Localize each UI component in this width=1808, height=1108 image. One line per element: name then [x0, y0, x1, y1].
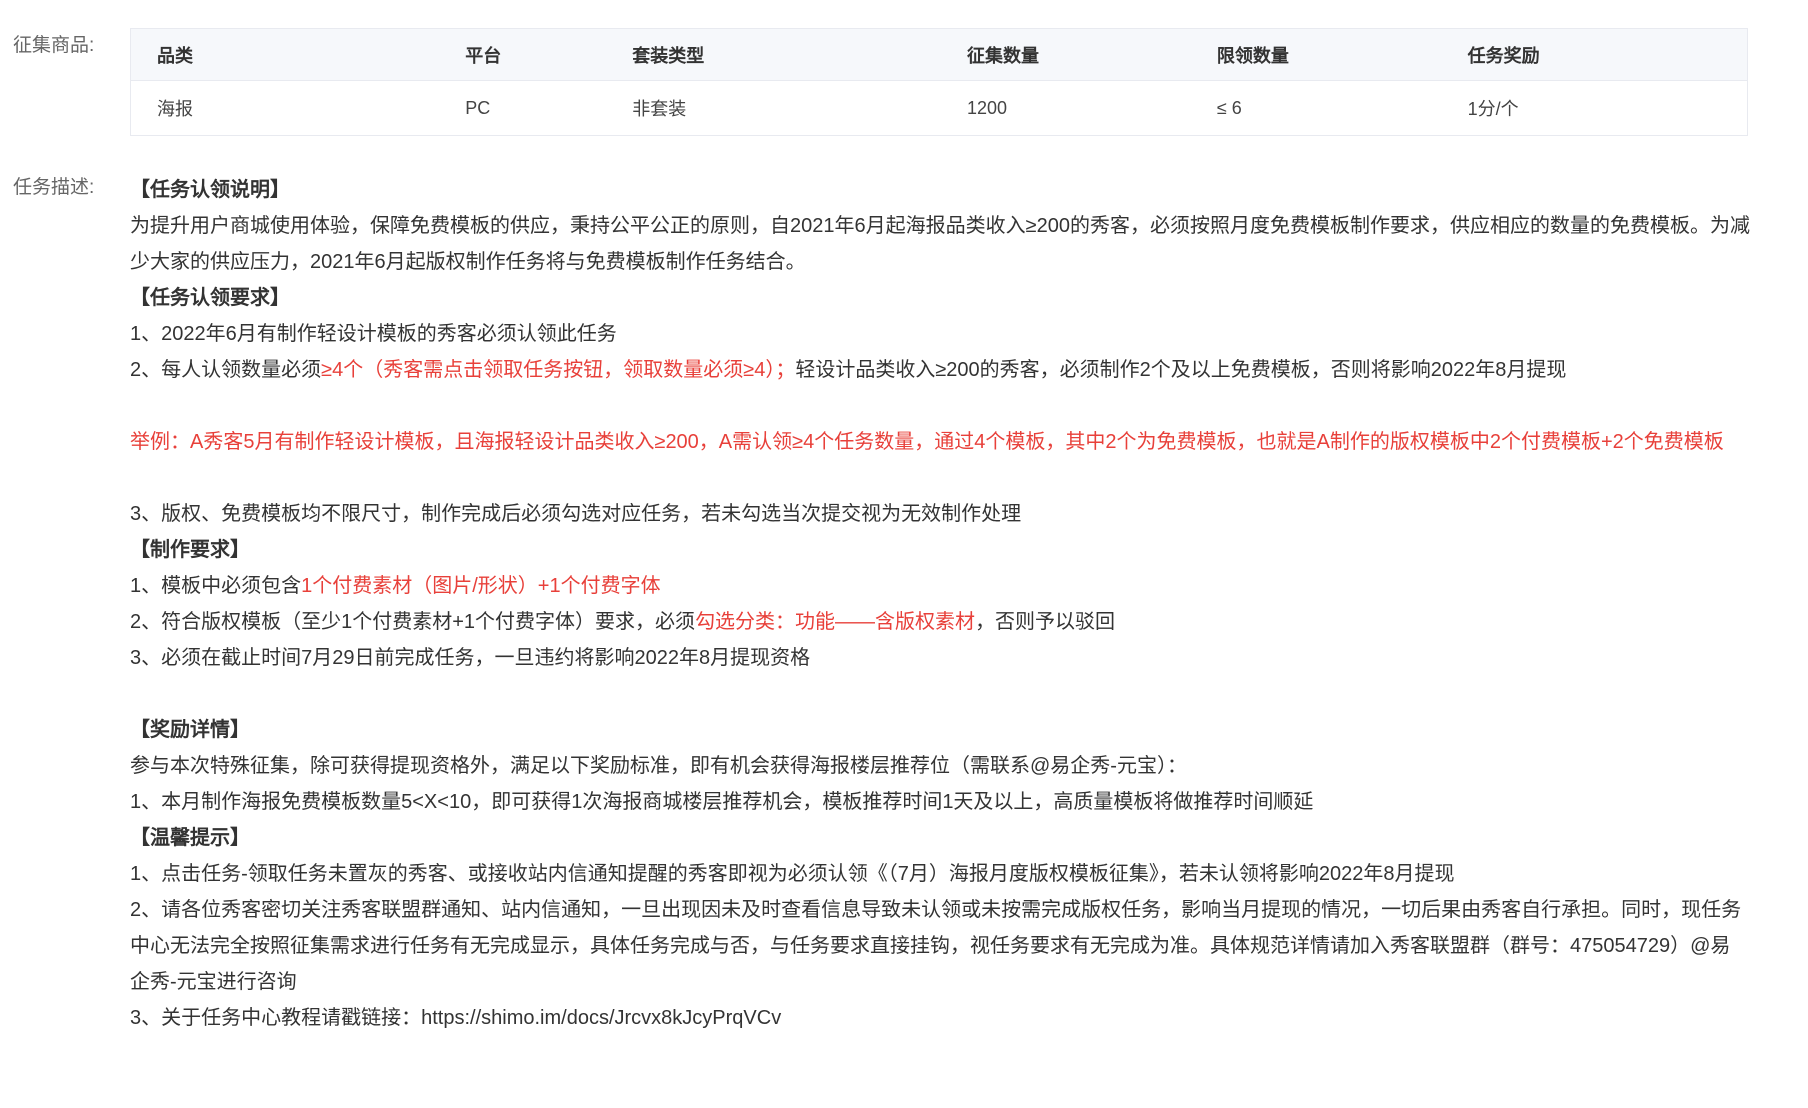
- tip-3: 3、关于任务中心教程请戳链接：https://shimo.im/docs/Jrc…: [130, 1007, 782, 1029]
- header-claim-limit: 限领数量: [1190, 28, 1442, 81]
- production-requirement-2-lead: 2、符合版权模板（至少1个付费素材+1个付费字体）要求，必须: [130, 611, 696, 633]
- claim-requirement-2: 2、每人认领数量必须≥4个（秀客需点击领取任务按钮，领取数量必须≥4）；轻设计品…: [130, 352, 1750, 388]
- cell-claim-limit: ≤ 6: [1216, 97, 1242, 118]
- heading-reward-details: 【奖励详情】: [130, 719, 250, 741]
- header-bundle-type: 套装类型: [606, 28, 941, 81]
- heading-production-requirements: 【制作要求】: [130, 539, 250, 561]
- header-collect-count: 征集数量: [940, 28, 1191, 81]
- table-row: 海报 PC 非套装 1200 ≤ 6 1分/个: [131, 81, 1748, 136]
- cell-category: 海报: [157, 99, 193, 119]
- production-requirement-2-highlight: 勾选分类：功能——含版权素材: [695, 611, 976, 633]
- heading-claim-requirements: 【任务认领要求】: [130, 287, 290, 309]
- claim-notes-text: 为提升用户商城使用体验，保障免费模板的供应，秉持公平公正的原则，自2021年6月…: [130, 215, 1750, 273]
- claim-requirement-3: 3、版权、免费模板均不限尺寸，制作完成后必须勾选对应任务，若未勾选当次提交视为无…: [130, 503, 1022, 525]
- tip-1: 1、点击任务-领取任务未置灰的秀客、或接收站内信通知提醒的秀客即视为必须认领《（…: [130, 863, 1455, 885]
- production-requirement-2: 2、符合版权模板（至少1个付费素材+1个付费字体）要求，必须勾选分类：功能——含…: [130, 604, 1750, 640]
- production-requirement-1-highlight: 1个付费素材（图片/形状）+1个付费字体: [301, 575, 661, 597]
- reward-intro: 参与本次特殊征集，除可获得提现资格外，满足以下奖励标准，即有机会获得海报楼层推荐…: [130, 755, 1187, 777]
- table-header-row: 品类 平台 套装类型 征集数量 限领数量 任务奖励: [130, 28, 1748, 81]
- goods-field-label: 征集商品:: [13, 35, 95, 56]
- cell-bundle-type: 非套装: [632, 99, 687, 119]
- claim-requirement-2-highlight: ≥4个（秀客需点击领取任务按钮，领取数量必须≥4）；: [321, 359, 796, 381]
- production-requirement-1: 1、模板中必须包含1个付费素材（图片/形状）+1个付费字体: [130, 568, 1750, 604]
- heading-claim-notes: 【任务认领说明】: [130, 179, 290, 201]
- example-text: 举例：A秀客5月有制作轻设计模板，且海报轻设计品类收入≥200，A需认领≥4个任…: [130, 431, 1724, 453]
- cell-collect-count: 1200: [966, 97, 1008, 118]
- description-field-label: 任务描述:: [13, 177, 95, 198]
- claim-requirement-2-lead: 2、每人认领数量必须: [130, 359, 322, 381]
- claim-requirement-1: 1、2022年6月有制作轻设计模板的秀客必须认领此任务: [130, 323, 617, 345]
- reward-item-1: 1、本月制作海报免费模板数量5<X<10，即可获得1次海报商城楼层推荐机会，模板…: [130, 791, 1314, 813]
- tip-2: 2、请各位秀客密切关注秀客联盟群通知、站内信通知，一旦出现因未及时查看信息导致未…: [130, 899, 1742, 993]
- header-platform: 平台: [439, 28, 607, 81]
- header-category: 品类: [130, 28, 440, 81]
- goods-table: 品类 平台 套装类型 征集数量 限领数量 任务奖励 海报 PC 非套装 1200…: [130, 28, 1748, 136]
- cell-reward: 1分/个: [1467, 99, 1519, 119]
- heading-tips: 【温馨提示】: [130, 827, 250, 849]
- cell-platform: PC: [465, 97, 491, 118]
- claim-requirement-2-tail: 轻设计品类收入≥200的秀客，必须制作2个及以上免费模板，否则将影响2022年8…: [795, 359, 1567, 381]
- task-description: 【任务认领说明】 为提升用户商城使用体验，保障免费模板的供应，秉持公平公正的原则…: [130, 172, 1750, 1036]
- header-reward: 任务奖励: [1441, 28, 1748, 81]
- production-requirement-3: 3、必须在截止时间7月29日前完成任务，一旦违约将影响2022年8月提现资格: [130, 647, 811, 669]
- production-requirement-1-lead: 1、模板中必须包含: [130, 575, 302, 597]
- production-requirement-2-tail: ，否则予以驳回: [975, 611, 1116, 633]
